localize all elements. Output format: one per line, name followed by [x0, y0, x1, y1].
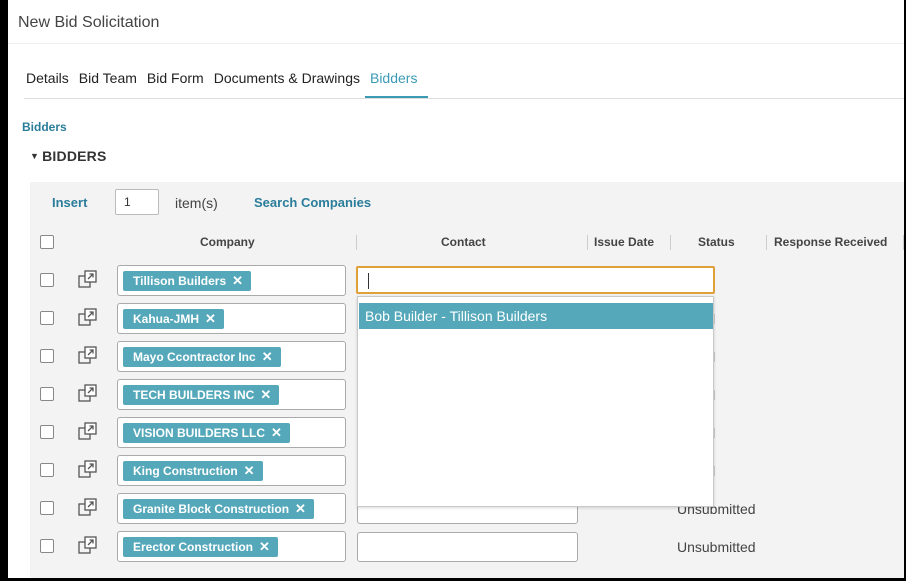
- column-header-contact[interactable]: Contact: [441, 235, 486, 249]
- section-title: BIDDERS: [42, 148, 107, 164]
- tab-bar: Details Bid Team Bid Form Documents & Dr…: [26, 70, 429, 99]
- row-checkbox[interactable]: [40, 539, 54, 553]
- company-field[interactable]: Kahua-JMH ✕: [117, 303, 346, 334]
- table-header: Company Contact Issue Date Status Respon…: [30, 228, 906, 256]
- quantity-input[interactable]: 1: [115, 189, 159, 215]
- row-checkbox[interactable]: [40, 463, 54, 477]
- row-checkbox[interactable]: [40, 387, 54, 401]
- company-tag: VISION BUILDERS LLC ✕: [123, 423, 290, 443]
- section-header[interactable]: ▼ BIDDERS: [30, 148, 107, 164]
- open-external-icon[interactable]: [77, 269, 99, 291]
- open-external-icon[interactable]: [77, 535, 99, 557]
- column-separator: [766, 235, 767, 250]
- company-tag-label: TECH BUILDERS INC: [133, 388, 255, 402]
- open-external-icon[interactable]: [77, 459, 99, 481]
- row-checkbox[interactable]: [40, 501, 54, 515]
- contact-dropdown: Bob Builder - Tillison Builders: [357, 296, 714, 507]
- company-field[interactable]: Erector Construction ✕: [117, 531, 346, 562]
- tab-details[interactable]: Details: [26, 70, 74, 99]
- column-separator: [587, 235, 588, 250]
- company-field[interactable]: King Construction ✕: [117, 455, 346, 486]
- open-external-icon[interactable]: [77, 383, 99, 405]
- company-tag: Mayo Ccontractor Inc ✕: [123, 347, 281, 367]
- company-field[interactable]: Tillison Builders ✕: [117, 265, 346, 296]
- row-checkbox[interactable]: [40, 273, 54, 287]
- row-checkbox[interactable]: [40, 349, 54, 363]
- close-icon[interactable]: ✕: [232, 273, 243, 288]
- open-external-icon[interactable]: [77, 497, 99, 519]
- company-tag-label: Tillison Builders: [133, 274, 227, 288]
- company-tag: Kahua-JMH ✕: [123, 309, 224, 329]
- status-text: Unsubmitted: [677, 539, 756, 555]
- breadcrumb[interactable]: Bidders: [22, 120, 67, 134]
- company-tag-label: Erector Construction: [133, 540, 254, 554]
- items-label: item(s): [175, 195, 218, 211]
- company-tag-label: King Construction: [133, 464, 238, 478]
- page-title: New Bid Solicitation: [18, 14, 160, 31]
- row-checkbox[interactable]: [40, 311, 54, 325]
- column-header-issue-date[interactable]: Issue Date: [594, 235, 654, 249]
- table-row: Erector Construction ✕ Unsubmitted: [30, 528, 906, 566]
- tab-bidders[interactable]: Bidders: [364, 70, 429, 99]
- bidders-panel: Insert 1 item(s) Search Companies Compan…: [30, 182, 906, 578]
- caret-down-icon: ▼: [30, 151, 40, 161]
- company-tag: Erector Construction ✕: [123, 537, 278, 557]
- select-all-checkbox[interactable]: [40, 235, 54, 249]
- company-tag: Granite Block Construction ✕: [123, 499, 314, 519]
- column-header-response-received[interactable]: Response Received: [774, 235, 887, 249]
- close-icon[interactable]: ✕: [262, 349, 273, 364]
- insert-button[interactable]: Insert: [52, 195, 87, 210]
- close-icon[interactable]: ✕: [205, 311, 216, 326]
- bid-solicitation-window: New Bid Solicitation Details Bid Team Bi…: [8, 0, 906, 578]
- open-external-icon[interactable]: [77, 345, 99, 367]
- company-tag-label: VISION BUILDERS LLC: [133, 426, 266, 440]
- company-field[interactable]: Granite Block Construction ✕: [117, 493, 346, 524]
- contact-search-input[interactable]: [356, 266, 715, 294]
- company-tag: Tillison Builders ✕: [123, 271, 252, 291]
- column-separator: [670, 235, 671, 250]
- search-companies-button[interactable]: Search Companies: [254, 195, 371, 210]
- dropdown-option[interactable]: Bob Builder - Tillison Builders: [359, 303, 713, 329]
- toolbar: Insert 1 item(s) Search Companies: [30, 182, 906, 224]
- tab-bid-team[interactable]: Bid Team: [74, 70, 142, 99]
- divider: [8, 43, 906, 44]
- company-field[interactable]: VISION BUILDERS LLC ✕: [117, 417, 346, 448]
- company-tag-label: Mayo Ccontractor Inc: [133, 350, 256, 364]
- close-icon[interactable]: ✕: [260, 387, 271, 402]
- tab-documents-drawings[interactable]: Documents & Drawings: [209, 70, 365, 99]
- contact-field[interactable]: [357, 532, 578, 562]
- column-header-company[interactable]: Company: [200, 235, 255, 249]
- close-icon[interactable]: ✕: [244, 463, 255, 478]
- column-header-status[interactable]: Status: [698, 235, 735, 249]
- tab-underline-divider: [24, 98, 904, 99]
- company-tag-label: Kahua-JMH: [133, 312, 200, 326]
- open-external-icon[interactable]: [77, 421, 99, 443]
- company-tag: TECH BUILDERS INC ✕: [123, 385, 280, 405]
- text-cursor: [368, 273, 369, 289]
- close-icon[interactable]: ✕: [271, 425, 282, 440]
- row-checkbox[interactable]: [40, 425, 54, 439]
- company-field[interactable]: Mayo Ccontractor Inc ✕: [117, 341, 346, 372]
- close-icon[interactable]: ✕: [295, 501, 306, 516]
- close-icon[interactable]: ✕: [259, 539, 270, 554]
- company-tag-label: Granite Block Construction: [133, 502, 290, 516]
- tab-bid-form[interactable]: Bid Form: [142, 70, 209, 99]
- company-field[interactable]: TECH BUILDERS INC ✕: [117, 379, 346, 410]
- open-external-icon[interactable]: [77, 307, 99, 329]
- company-tag: King Construction ✕: [123, 461, 263, 481]
- column-separator: [356, 235, 357, 250]
